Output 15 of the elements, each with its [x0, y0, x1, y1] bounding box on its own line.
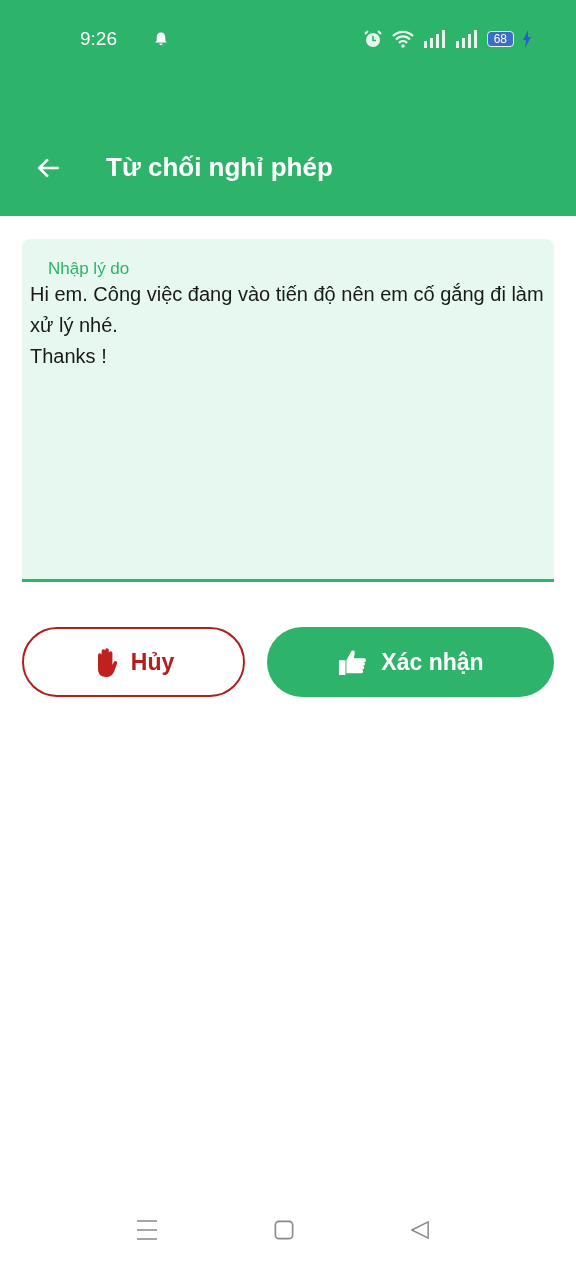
screen-title: Từ chối nghỉ phép	[106, 152, 333, 183]
bell-icon	[153, 31, 169, 47]
battery-indicator: 68	[486, 31, 514, 47]
signal-icon	[454, 30, 479, 48]
signal-icon	[422, 30, 447, 48]
menu-icon[interactable]	[136, 1219, 158, 1241]
alarm-icon	[362, 29, 383, 49]
back-icon[interactable]	[410, 1220, 430, 1240]
reason-field[interactable]: Nhập lý do Hi em. Công việc đang vào tiến độ nên em cố gắng đi làm xử lý nhé. Thanks !	[22, 239, 554, 582]
wifi-icon	[390, 29, 415, 49]
status-time: 9:26	[80, 28, 117, 50]
charging-icon	[522, 30, 532, 48]
cancel-button[interactable]: Hủy	[22, 627, 245, 697]
home-icon[interactable]	[274, 1220, 294, 1240]
thumbs-up-icon	[337, 648, 368, 676]
